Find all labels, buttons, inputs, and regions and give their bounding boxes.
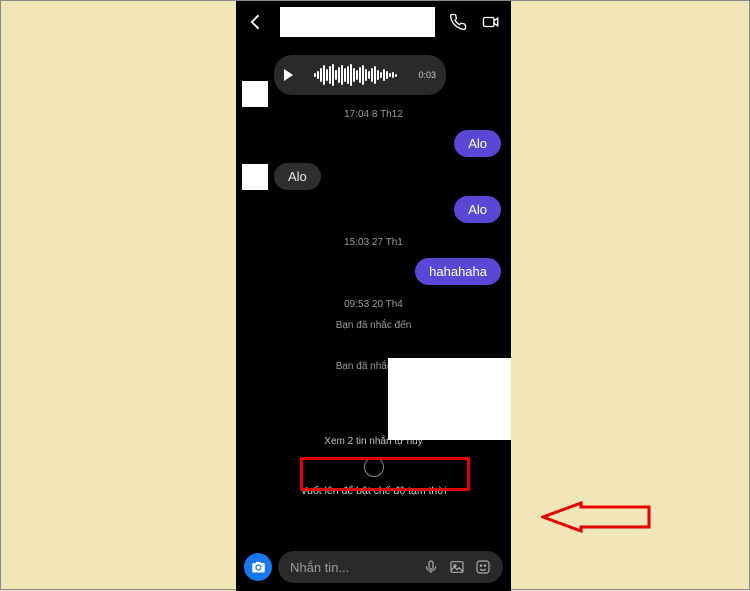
phone-icon[interactable] xyxy=(449,13,467,31)
messages-area[interactable]: 0:03 17:04 8 Th12 Alo Alo Alo 15:03 27 T… xyxy=(236,43,511,541)
annotation-arrow-icon xyxy=(541,501,651,533)
voice-message-bubble[interactable]: 0:03 xyxy=(274,55,446,95)
back-icon[interactable] xyxy=(246,12,266,32)
input-placeholder: Nhắn tin... xyxy=(290,560,349,575)
camera-button[interactable] xyxy=(244,553,272,581)
timestamp: 15:03 27 Th1 xyxy=(236,237,511,248)
sent-bubble[interactable]: Alo xyxy=(454,130,501,157)
swipe-hint-text: Vuốt lên để bật chế độ tạm thời xyxy=(236,481,511,505)
timestamp: 17:04 8 Th12 xyxy=(236,109,511,120)
avatar[interactable] xyxy=(242,81,268,107)
received-bubble[interactable]: Alo xyxy=(274,163,321,190)
reply-indicator: Bạn đã nhắc đến xyxy=(236,320,511,331)
sent-message-row: hahahaha xyxy=(236,258,511,285)
input-action-icons xyxy=(423,559,491,575)
play-icon[interactable] xyxy=(284,69,293,81)
sent-message-row: Alo xyxy=(236,196,511,223)
waveform-icon xyxy=(301,63,410,87)
video-camera-icon[interactable] xyxy=(481,13,501,31)
sent-bubble[interactable]: hahahaha xyxy=(415,258,501,285)
avatar[interactable] xyxy=(242,164,268,190)
received-message-row: Alo xyxy=(236,163,511,190)
chat-screen: 0:03 17:04 8 Th12 Alo Alo Alo 15:03 27 T… xyxy=(236,1,511,591)
voice-duration: 0:03 xyxy=(418,70,436,80)
microphone-icon[interactable] xyxy=(423,559,439,575)
sticker-icon[interactable] xyxy=(475,559,491,575)
sent-message-row: Alo xyxy=(236,130,511,157)
sent-bubble[interactable]: Alo xyxy=(454,196,501,223)
contact-name-redacted[interactable] xyxy=(280,7,435,37)
input-bar: Nhắn tin... xyxy=(236,543,511,591)
gallery-icon[interactable] xyxy=(449,559,465,575)
message-input[interactable]: Nhắn tin... xyxy=(278,551,503,583)
chat-header xyxy=(236,1,511,43)
redacted-content xyxy=(388,358,511,440)
swipe-indicator-icon xyxy=(364,457,384,477)
header-actions xyxy=(449,13,501,31)
timestamp: 09:53 20 Th4 xyxy=(236,299,511,310)
